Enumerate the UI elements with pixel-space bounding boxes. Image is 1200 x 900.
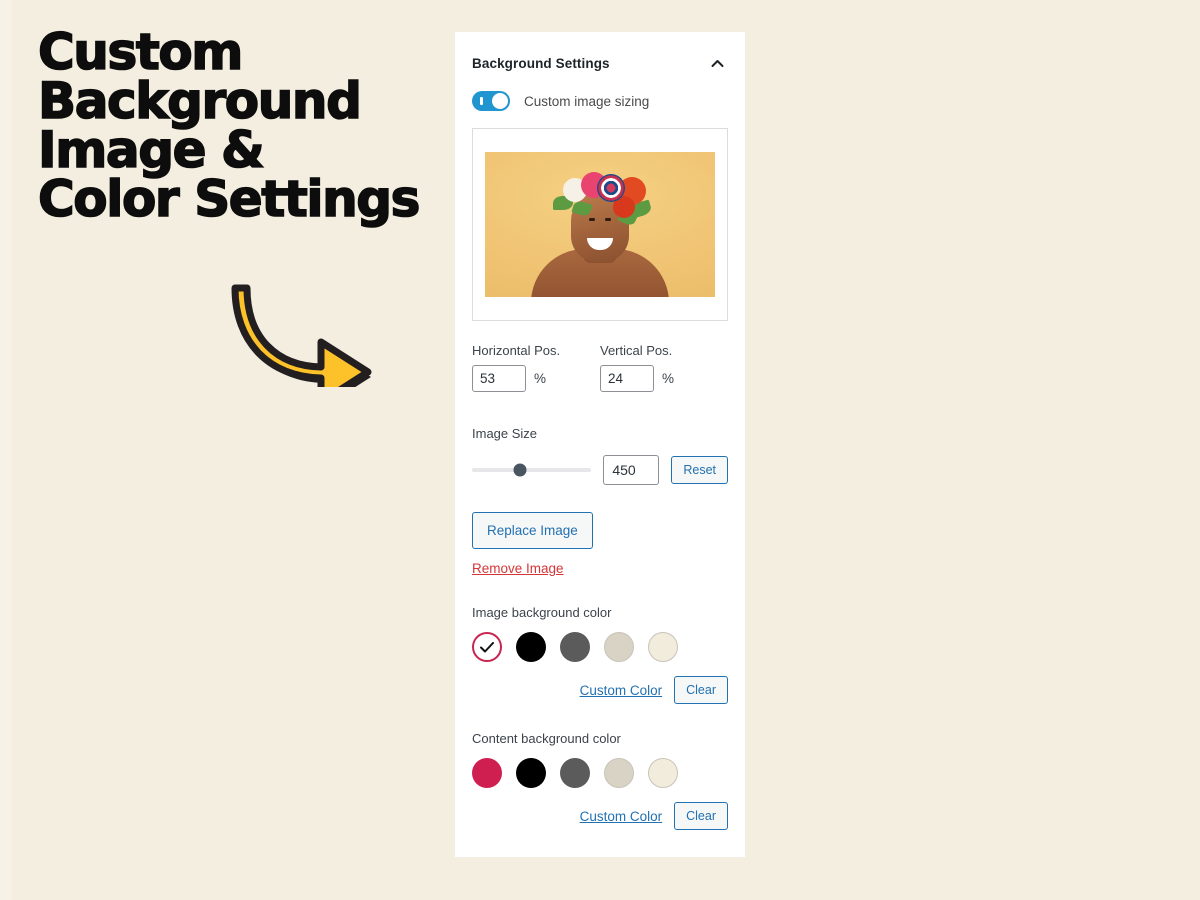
reset-image-size-button[interactable]: Reset (671, 456, 728, 484)
page-title-line-3: Image & (37, 121, 265, 179)
chevron-up-icon[interactable] (706, 52, 728, 74)
content-clear-color-button[interactable]: Clear (674, 802, 728, 830)
page-title-line-1: Custom (37, 23, 244, 81)
background-image-preview (485, 152, 715, 297)
background-settings-panel: Background Settings Custom image sizing (455, 32, 745, 857)
slider-track (472, 468, 592, 472)
horizontal-position-label: Horizontal Pos. (472, 343, 561, 358)
swatch-cream[interactable] (648, 632, 678, 662)
slider-thumb[interactable] (513, 463, 527, 477)
swatch-black[interactable] (516, 758, 546, 788)
swatch-black[interactable] (516, 632, 546, 662)
image-size-slider[interactable] (472, 461, 592, 479)
image-background-color-label: Image background color (472, 605, 612, 620)
toggle-on-bar (480, 97, 483, 105)
remove-image-link[interactable]: Remove Image (472, 561, 564, 576)
swatch-gray[interactable] (560, 758, 590, 788)
horizontal-position-group: Horizontal Pos. % (472, 343, 600, 392)
page-left-edge-strip (0, 0, 11, 900)
custom-image-sizing-row: Custom image sizing (455, 74, 745, 111)
swatch-crimson[interactable] (472, 758, 502, 788)
photo-eye-right (605, 218, 611, 221)
content-background-color-swatches (472, 758, 728, 788)
image-size-label: Image Size (472, 426, 538, 441)
vertical-position-label: Vertical Pos. (600, 343, 673, 358)
curved-arrow-right-icon (225, 272, 375, 387)
image-size-group: Image Size Reset (472, 426, 728, 485)
swatch-taupe[interactable] (604, 632, 634, 662)
image-background-color-group: Image background color Custom Color Clea… (472, 605, 728, 704)
promo-block: Custom Background Image & Color Settings (37, 23, 438, 228)
swatch-gray[interactable] (560, 632, 590, 662)
vertical-position-group: Vertical Pos. % (600, 343, 728, 392)
panel-title: Background Settings (472, 55, 610, 71)
content-background-color-label: Content background color (472, 731, 621, 746)
content-custom-color-link[interactable]: Custom Color (580, 809, 663, 824)
photo-focal-point-marker (597, 174, 625, 202)
panel-header: Background Settings (455, 32, 745, 74)
position-fields-row: Horizontal Pos. % Vertical Pos. % (472, 343, 728, 392)
image-custom-color-link[interactable]: Custom Color (580, 683, 663, 698)
toggle-knob (492, 93, 508, 109)
image-size-input[interactable] (603, 455, 660, 485)
content-background-color-group: Content background color Custom Color Cl… (472, 731, 728, 830)
custom-image-sizing-toggle[interactable] (472, 91, 510, 111)
swatch-selected-white[interactable] (472, 632, 502, 662)
horizontal-position-input[interactable] (472, 365, 526, 392)
image-background-color-swatches (472, 632, 728, 662)
swatch-taupe[interactable] (604, 758, 634, 788)
swatch-cream[interactable] (648, 758, 678, 788)
page-title-line-2: Background (37, 72, 363, 130)
photo-eye-left (589, 218, 595, 221)
image-preview-frame[interactable] (472, 128, 728, 321)
horizontal-position-unit: % (534, 371, 547, 386)
replace-image-button[interactable]: Replace Image (472, 512, 593, 549)
image-clear-color-button[interactable]: Clear (674, 676, 728, 704)
page-title: Custom Background Image & Color Settings (37, 23, 438, 228)
page-title-line-4: Color Settings (37, 170, 421, 228)
vertical-position-input[interactable] (600, 365, 654, 392)
custom-image-sizing-label: Custom image sizing (524, 93, 650, 109)
vertical-position-unit: % (662, 371, 675, 386)
